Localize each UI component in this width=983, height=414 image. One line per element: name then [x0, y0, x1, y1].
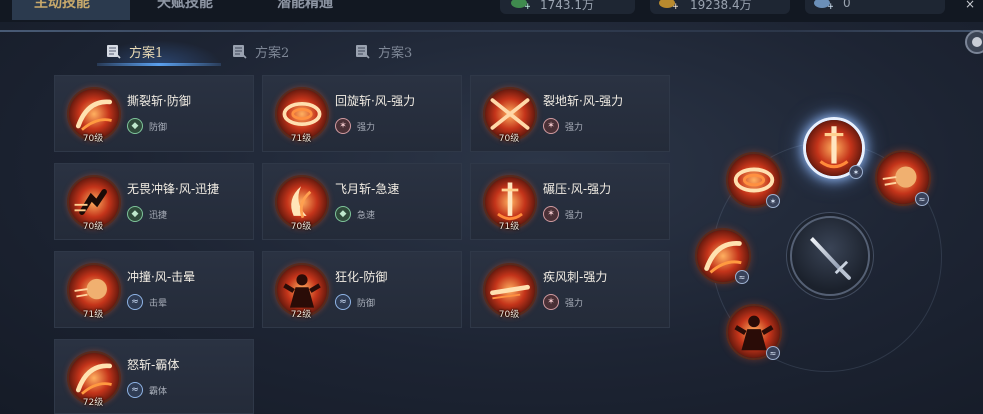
- skill-level: 71级: [82, 310, 104, 320]
- resource-1: + 1743.1万: [500, 0, 635, 14]
- skill-tag: ≈ 防御: [335, 294, 375, 310]
- skill-name: 疾风刺-强力: [543, 270, 608, 284]
- power-icon: ✶: [543, 206, 559, 222]
- skill-level: 70级: [82, 134, 104, 144]
- tab-scheme-1-label: 方案1: [129, 45, 164, 61]
- skill-tag: ✶ 强力: [543, 294, 583, 310]
- svg-text:+: +: [827, 2, 833, 11]
- skill-name: 无畏冲锋·风-迅捷: [127, 182, 220, 196]
- skill-tag: ✶ 强力: [543, 206, 583, 222]
- power-icon: ✶: [543, 118, 559, 134]
- stun-icon: ≈: [127, 382, 143, 398]
- skill-tag: ◆ 防御: [127, 118, 167, 134]
- skill-tag: ≈ 霸体: [127, 382, 167, 398]
- shield-icon: ◆: [127, 118, 143, 134]
- skill-tag: ◆ 迅捷: [127, 206, 167, 222]
- scheme-tab-underline: [97, 63, 221, 66]
- frame-line: [0, 30, 983, 32]
- gold-coin-icon: +: [656, 0, 680, 12]
- resource-1-value: 1743.1万: [540, 0, 594, 12]
- skill-name: 冲撞·风-击晕: [127, 270, 196, 284]
- resource-3: + 0: [805, 0, 945, 14]
- attack-button[interactable]: [790, 216, 870, 296]
- document-icon: [355, 44, 370, 59]
- skill-card[interactable]: 71级 回旋斩·风-强力 ✶ 强力: [262, 75, 462, 152]
- skill-tag-label: 迅捷: [149, 210, 168, 221]
- skill-level: 72级: [82, 398, 104, 408]
- skill-name: 裂地斩·风-强力: [543, 94, 624, 108]
- skill-card[interactable]: 70级 疾风刺-强力 ✶ 强力: [470, 251, 670, 328]
- tab-potential-mastery[interactable]: 潜能精通: [255, 0, 375, 20]
- skill-card[interactable]: 72级 怒斩-霸体 ≈ 霸体: [54, 339, 254, 414]
- stun-icon: ≈: [735, 270, 749, 284]
- skill-tag: ◆ 急速: [335, 206, 375, 222]
- skill-name: 撕裂斩·防御: [127, 94, 191, 108]
- skill-name: 飞月斩-急速: [335, 182, 400, 196]
- power-icon: ✶: [849, 165, 863, 179]
- close-button[interactable]: ×: [965, 0, 983, 12]
- skill-card[interactable]: 71级 碾压·风-强力 ✶ 强力: [470, 163, 670, 240]
- stun-icon: ≈: [335, 294, 351, 310]
- svg-text:+: +: [672, 2, 678, 11]
- crystal-icon: +: [811, 0, 835, 12]
- skill-tag-label: 强力: [565, 122, 584, 133]
- shield-icon: ◆: [335, 206, 351, 222]
- power-icon: ✶: [543, 294, 559, 310]
- shield-icon: ◆: [127, 206, 143, 222]
- power-icon: ✶: [766, 194, 780, 208]
- skill-card[interactable]: 70级 飞月斩-急速 ◆ 急速: [262, 163, 462, 240]
- tab-scheme-2-label: 方案2: [255, 45, 290, 61]
- skill-name: 碾压·风-强力: [543, 182, 612, 196]
- skill-level: 70级: [498, 310, 520, 320]
- close-icon: ×: [965, 0, 976, 11]
- side-toggle-button[interactable]: [965, 30, 983, 54]
- power-icon: ✶: [335, 118, 351, 134]
- skill-card[interactable]: 70级 撕裂斩·防御 ◆ 防御: [54, 75, 254, 152]
- skill-tag-label: 霸体: [149, 386, 168, 397]
- skill-tag-label: 强力: [357, 122, 376, 133]
- tab-scheme-3[interactable]: 方案3: [355, 36, 412, 66]
- stun-icon: ≈: [127, 294, 143, 310]
- green-gem-icon: +: [508, 0, 532, 12]
- skill-tag-label: 防御: [357, 298, 376, 309]
- skill-level: 72级: [290, 310, 312, 320]
- document-icon: [232, 44, 247, 59]
- resource-2: + 19238.4万: [650, 0, 790, 14]
- skill-name: 狂化-防御: [335, 270, 388, 284]
- tab-active-skills[interactable]: 主动技能: [12, 0, 130, 20]
- skill-card[interactable]: 72级 狂化-防御 ≈ 防御: [262, 251, 462, 328]
- skill-tag-label: 击晕: [149, 298, 168, 309]
- document-icon: [106, 44, 121, 59]
- skill-level: 71级: [290, 134, 312, 144]
- stun-icon: ≈: [766, 346, 780, 360]
- skill-tag-label: 强力: [565, 210, 584, 221]
- skill-card[interactable]: 71级 冲撞·风-击晕 ≈ 击晕: [54, 251, 254, 328]
- resource-3-value: 0: [843, 0, 851, 10]
- skill-level: 71级: [498, 222, 520, 232]
- skill-name: 怒斩-霸体: [127, 358, 180, 372]
- svg-text:+: +: [524, 2, 530, 11]
- skill-tag: ✶ 强力: [543, 118, 583, 134]
- skill-name: 回旋斩·风-强力: [335, 94, 416, 108]
- tab-scheme-2[interactable]: 方案2: [232, 36, 289, 66]
- skill-tag-label: 防御: [149, 122, 168, 133]
- tab-talent-skills[interactable]: 天赋技能: [135, 0, 250, 20]
- tab-scheme-3-label: 方案3: [378, 45, 413, 61]
- tab-scheme-1[interactable]: 方案1: [106, 36, 163, 66]
- resource-2-value: 19238.4万: [690, 0, 752, 12]
- skill-level: 70级: [290, 222, 312, 232]
- skill-tag-label: 强力: [565, 298, 584, 309]
- skill-tag: ✶ 强力: [335, 118, 375, 134]
- skill-level: 70级: [82, 222, 104, 232]
- stun-icon: ≈: [915, 192, 929, 206]
- sword-icon: [810, 237, 851, 280]
- skill-tag-label: 急速: [357, 210, 376, 221]
- skill-tag: ≈ 击晕: [127, 294, 167, 310]
- top-bar: 主动技能 天赋技能 潜能精通 + 1743.1万 + 19238.4万 + 0 …: [0, 0, 983, 22]
- skill-card[interactable]: 70级 无畏冲锋·风-迅捷 ◆ 迅捷: [54, 163, 254, 240]
- skill-card[interactable]: 70级 裂地斩·风-强力 ✶ 强力: [470, 75, 670, 152]
- skill-level: 70级: [498, 134, 520, 144]
